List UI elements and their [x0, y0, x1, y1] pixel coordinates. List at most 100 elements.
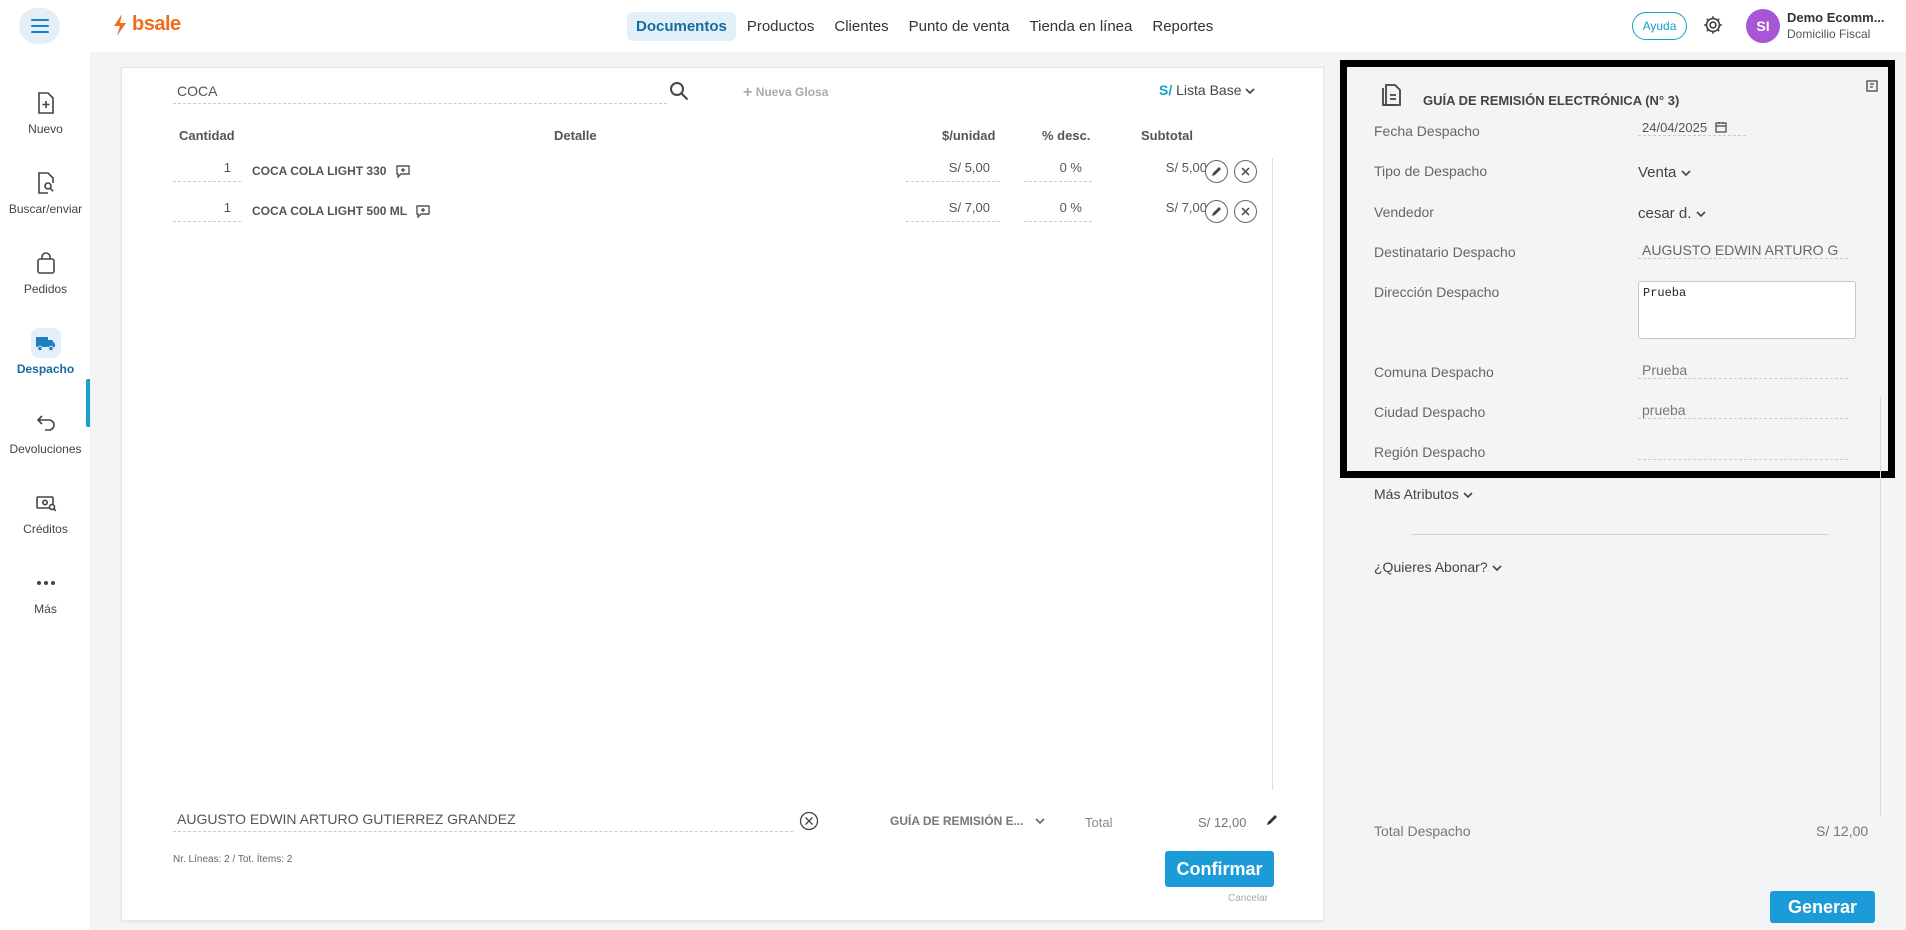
quantity-field[interactable]: 1 [173, 160, 241, 182]
sidebar-label: Más [34, 602, 57, 616]
confirm-button[interactable]: Confirmar [1165, 851, 1274, 887]
unit-price-field[interactable]: S/ 5,00 [906, 160, 1000, 182]
main-nav: Documentos Productos Clientes Punto de v… [627, 12, 1222, 41]
close-icon [1241, 167, 1250, 176]
discount-field[interactable]: 0 % [1024, 200, 1092, 222]
sidebar-item-devoluciones[interactable]: Devoluciones [0, 408, 91, 456]
table-row: 1 COCA COLA LIGHT 500 ML S/ 7,00 0 % S/ … [122, 200, 1322, 228]
chevron-down-icon [1463, 492, 1473, 499]
calendar-icon [1715, 122, 1727, 133]
document-icon [1382, 84, 1401, 106]
document-settings-icon[interactable] [1865, 79, 1879, 93]
sidebar-item-creditos[interactable]: Créditos [0, 488, 91, 536]
sidebar-label: Pedidos [23, 282, 68, 296]
nav-clientes[interactable]: Clientes [825, 12, 897, 41]
clear-client-icon[interactable] [799, 811, 819, 831]
chevron-down-icon [1491, 565, 1502, 572]
fecha-despacho-label: Fecha Despacho [1374, 123, 1480, 139]
plus-icon: + [743, 84, 753, 101]
vendedor-select[interactable]: cesar d. [1638, 205, 1706, 222]
chevron-down-icon [1035, 818, 1045, 825]
cash-search-icon [35, 496, 56, 512]
help-button[interactable]: Ayuda [1632, 12, 1687, 40]
abonar-toggle[interactable]: ¿Quieres Abonar? [1374, 559, 1502, 575]
more-attributes-toggle[interactable]: Más Atributos [1374, 486, 1473, 502]
return-icon [36, 415, 55, 431]
nav-tienda-en-linea[interactable]: Tienda en línea [1021, 12, 1142, 41]
col-unidad: $/unidad [942, 128, 996, 143]
generar-button[interactable]: Generar [1770, 891, 1875, 923]
top-bar: bsale Documentos Productos Clientes Punt… [0, 0, 1906, 52]
bag-icon [36, 252, 55, 274]
sidebar-item-nuevo[interactable]: Nuevo [0, 88, 91, 136]
nueva-glosa-label: Nueva Glosa [755, 85, 829, 99]
lines-info: Nr. Líneas: 2 / Tot. Ítems: 2 [173, 854, 293, 865]
remove-row-button[interactable] [1234, 200, 1257, 223]
guia-title: GUÍA DE REMISIÓN ELECTRÓNICA (N° 3) [1423, 93, 1680, 108]
sidebar-label: Créditos [23, 522, 68, 536]
product-search-input[interactable] [173, 78, 667, 104]
chevron-down-icon [1695, 211, 1706, 218]
hamburger-menu-button[interactable] [19, 8, 60, 44]
search-icon[interactable] [668, 80, 690, 102]
product-name: COCA COLA LIGHT 500 ML [252, 204, 430, 219]
add-comment-icon[interactable] [416, 205, 430, 219]
col-cantidad: Cantidad [179, 128, 235, 143]
unit-price-field[interactable]: S/ 7,00 [906, 200, 1000, 222]
gear-icon[interactable] [1702, 14, 1724, 36]
panel-scrollbar-track [1880, 396, 1881, 816]
sidebar-item-mas[interactable]: Más [0, 568, 91, 616]
price-list-selector[interactable]: S/ Lista Base [1159, 82, 1255, 98]
ciudad-field[interactable]: prueba [1638, 402, 1848, 419]
vendedor-label: Vendedor [1374, 204, 1434, 220]
tipo-despacho-select[interactable]: Venta [1638, 164, 1691, 181]
edit-row-button[interactable] [1205, 200, 1228, 223]
currency-symbol: S/ [1159, 82, 1173, 98]
document-type-label: GUÍA DE REMISIÓN E... [890, 814, 1024, 828]
quantity-field[interactable]: 1 [173, 200, 241, 222]
bolt-icon [114, 13, 126, 36]
more-icon [36, 581, 55, 585]
edit-row-button[interactable] [1205, 160, 1228, 183]
document-type-selector[interactable]: GUÍA DE REMISIÓN E... [890, 814, 1045, 828]
sidebar-item-despacho[interactable]: Despacho [0, 328, 91, 376]
add-comment-icon[interactable] [396, 165, 410, 179]
pencil-icon[interactable] [1266, 814, 1278, 826]
price-list-label: Lista Base [1176, 82, 1242, 98]
client-field[interactable]: AUGUSTO EDWIN ARTURO GUTIERREZ GRANDEZ [173, 808, 793, 832]
discount-field[interactable]: 0 % [1024, 160, 1092, 182]
nav-productos[interactable]: Productos [738, 12, 824, 41]
bsale-logo[interactable]: bsale [112, 13, 181, 36]
nav-reportes[interactable]: Reportes [1143, 12, 1222, 41]
sidebar-item-buscar[interactable]: Buscar/enviar [0, 168, 91, 216]
logo-text: bsale [132, 13, 181, 35]
chevron-down-icon [1680, 170, 1691, 177]
hamburger-icon [30, 19, 49, 33]
divider [1411, 534, 1829, 535]
close-icon [1241, 207, 1250, 216]
direccion-textarea[interactable]: Prueba [1638, 281, 1856, 339]
file-search-icon [37, 172, 54, 194]
region-field[interactable] [1638, 442, 1848, 460]
fecha-despacho-field[interactable]: 24/04/2025 [1638, 120, 1746, 136]
table-row: 1 COCA COLA LIGHT 330 S/ 5,00 0 % S/ 5,0… [122, 160, 1322, 188]
total-despacho-label: Total Despacho [1374, 823, 1471, 839]
product-label: COCA COLA LIGHT 330 [252, 164, 387, 178]
nav-punto-de-venta[interactable]: Punto de venta [900, 12, 1019, 41]
avatar[interactable]: SI [1746, 9, 1780, 43]
nueva-glosa-button[interactable]: + Nueva Glosa [743, 84, 828, 102]
comuna-field[interactable]: Prueba [1638, 362, 1848, 379]
sidebar-item-pedidos[interactable]: Pedidos [0, 248, 91, 296]
total-value: S/ 12,00 [1198, 815, 1247, 830]
destinatario-label: Destinatario Despacho [1374, 244, 1516, 260]
col-descuento: % desc. [1042, 128, 1091, 143]
pencil-icon [1212, 167, 1221, 176]
cancel-link[interactable]: Cancelar [1228, 893, 1268, 904]
nav-documentos[interactable]: Documentos [627, 12, 736, 41]
account-info[interactable]: Demo Ecomm... Domicilio Fiscal [1787, 10, 1885, 41]
destinatario-field[interactable]: AUGUSTO EDWIN ARTURO G [1638, 242, 1848, 259]
document-card: + Nueva Glosa S/ Lista Base Cantidad Det… [121, 67, 1324, 921]
chevron-down-icon [1245, 88, 1255, 95]
fecha-value: 24/04/2025 [1642, 120, 1708, 135]
remove-row-button[interactable] [1234, 160, 1257, 183]
